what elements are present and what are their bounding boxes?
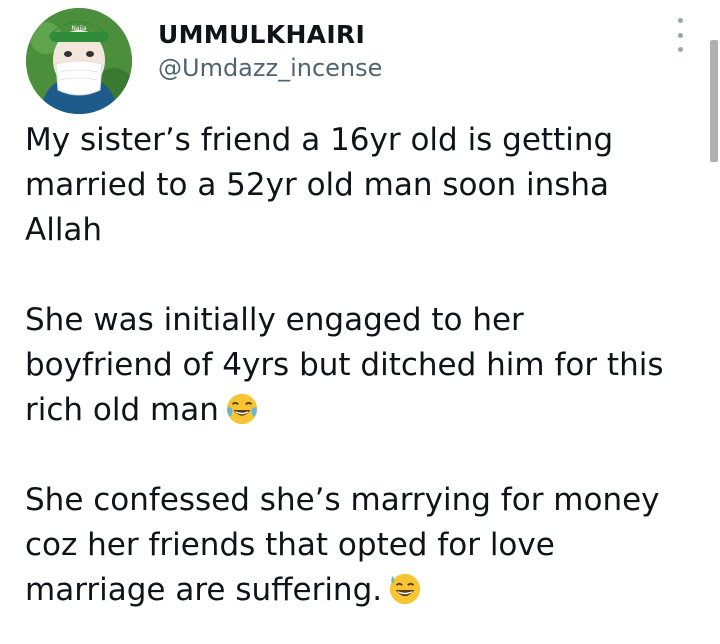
- tears-of-joy-emoji-icon: [226, 393, 257, 425]
- grinning-sweat-emoji-icon: [389, 573, 421, 605]
- tweet-text: My sister’s friend a 16yr old is getting…: [25, 118, 705, 613]
- tweet-paragraph-text: She confessed she’s marrying for money c…: [25, 482, 660, 608]
- tweet-paragraph-text: She was initially engaged to her boyfrie…: [25, 302, 664, 428]
- display-name[interactable]: UMMULKHAIRI: [158, 20, 365, 49]
- avatar-photo-icon: Naija: [26, 8, 132, 114]
- more-options-button[interactable]: [672, 18, 688, 52]
- tweet-paragraph-text: My sister’s friend a 16yr old is getting…: [25, 122, 614, 248]
- tweet-paragraph: My sister’s friend a 16yr old is getting…: [25, 118, 705, 253]
- svg-text:Naija: Naija: [71, 25, 86, 32]
- avatar[interactable]: Naija: [26, 8, 132, 114]
- scrollbar[interactable]: [710, 40, 718, 162]
- more-vertical-icon: [677, 18, 683, 23]
- user-handle[interactable]: @Umdazz_incense: [158, 54, 382, 82]
- tweet-paragraph: She confessed she’s marrying for money c…: [25, 478, 705, 613]
- tweet-paragraph: She was initially engaged to her boyfrie…: [25, 298, 705, 433]
